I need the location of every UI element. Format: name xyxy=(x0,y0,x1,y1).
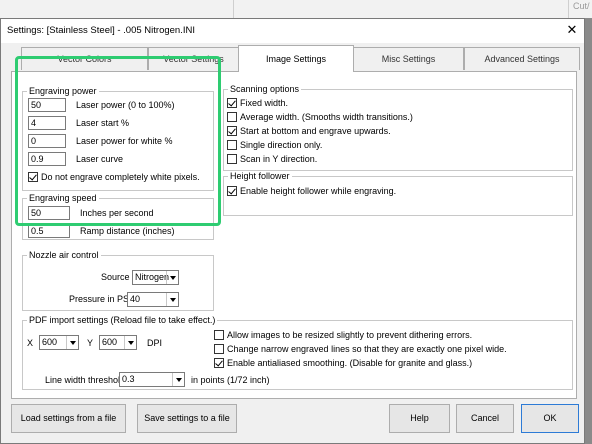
scan-y-checkbox[interactable] xyxy=(227,154,237,164)
title-bar: Settings: [Stainless Steel] - .005 Nitro… xyxy=(1,19,584,43)
narrow-lines-label: Change narrow engraved lines so that the… xyxy=(227,344,507,354)
ramp-distance-input[interactable]: 0.5 xyxy=(28,224,70,238)
x-dpi-value: 600 xyxy=(42,337,58,347)
chevron-down-icon xyxy=(166,293,178,306)
help-button[interactable]: Help xyxy=(389,404,450,433)
chevron-down-icon xyxy=(166,271,178,284)
background-divider xyxy=(233,0,234,18)
save-settings-button[interactable]: Save settings to a file xyxy=(137,404,237,433)
pressure-label: Pressure in PSI xyxy=(69,294,132,304)
average-width-checkbox[interactable] xyxy=(227,112,237,122)
height-follower-checkbox[interactable] xyxy=(227,186,237,196)
line-width-label: Line width threshold xyxy=(45,375,126,385)
window-title: Settings: [Stainless Steel] - .005 Nitro… xyxy=(7,25,195,36)
pressure-select[interactable]: 40 xyxy=(127,292,179,307)
y-label: Y xyxy=(87,338,94,348)
x-dpi-select[interactable]: 600 xyxy=(39,335,79,350)
antialias-label: Enable antialiased smoothing. (Disable f… xyxy=(227,358,473,368)
highlight-frame xyxy=(15,56,221,226)
scan-y-label: Scan in Y direction. xyxy=(240,154,318,164)
height-follower-label: Enable height follower while engraving. xyxy=(240,186,397,196)
background-peek-label: Cut/ xyxy=(573,1,590,11)
tab-image-settings[interactable]: Image Settings xyxy=(238,45,354,72)
start-bottom-checkbox[interactable] xyxy=(227,126,237,136)
x-label: X xyxy=(27,338,34,348)
tab-misc-settings[interactable]: Misc Settings xyxy=(353,47,464,70)
line-width-value: 0.3 xyxy=(122,374,135,384)
allow-resize-label: Allow images to be resized slightly to p… xyxy=(227,330,473,340)
y-dpi-value: 600 xyxy=(102,337,118,347)
allow-resize-checkbox[interactable] xyxy=(214,330,224,340)
source-select[interactable]: Nitrogen xyxy=(132,270,179,285)
load-settings-button[interactable]: Load settings from a file xyxy=(11,404,126,433)
antialias-checkbox[interactable] xyxy=(214,358,224,368)
start-bottom-label: Start at bottom and engrave upwards. xyxy=(240,126,391,136)
source-label: Source xyxy=(101,272,130,282)
ok-button[interactable]: OK xyxy=(521,404,579,433)
line-width-unit: in points (1/72 inch) xyxy=(191,375,270,385)
group-title: Height follower xyxy=(228,171,292,181)
background-strip xyxy=(0,0,592,18)
fixed-width-label: Fixed width. xyxy=(240,98,289,108)
line-width-select[interactable]: 0.3 xyxy=(119,372,185,387)
cancel-button[interactable]: Cancel xyxy=(456,404,514,433)
single-direction-label: Single direction only. xyxy=(240,140,323,150)
ramp-distance-label: Ramp distance (inches) xyxy=(80,226,175,236)
chevron-down-icon xyxy=(66,336,78,349)
source-value: Nitrogen xyxy=(135,272,170,282)
y-dpi-select[interactable]: 600 xyxy=(99,335,137,350)
pressure-value: 40 xyxy=(130,294,141,304)
fixed-width-checkbox[interactable] xyxy=(227,98,237,108)
background-right-edge xyxy=(585,18,592,444)
group-title: Scanning options xyxy=(228,84,302,94)
close-icon[interactable]: ✕ xyxy=(564,22,580,38)
tab-advanced-settings[interactable]: Advanced Settings xyxy=(464,47,580,70)
single-direction-checkbox[interactable] xyxy=(227,140,237,150)
group-title: PDF import settings (Reload file to take… xyxy=(27,315,218,325)
background-divider xyxy=(568,0,569,18)
dpi-label: DPI xyxy=(147,338,163,348)
narrow-lines-checkbox[interactable] xyxy=(214,344,224,354)
chevron-down-icon xyxy=(124,336,136,349)
average-width-label: Average width. (Smooths width transition… xyxy=(240,112,413,122)
group-title: Nozzle air control xyxy=(27,250,101,260)
chevron-down-icon xyxy=(172,373,184,386)
